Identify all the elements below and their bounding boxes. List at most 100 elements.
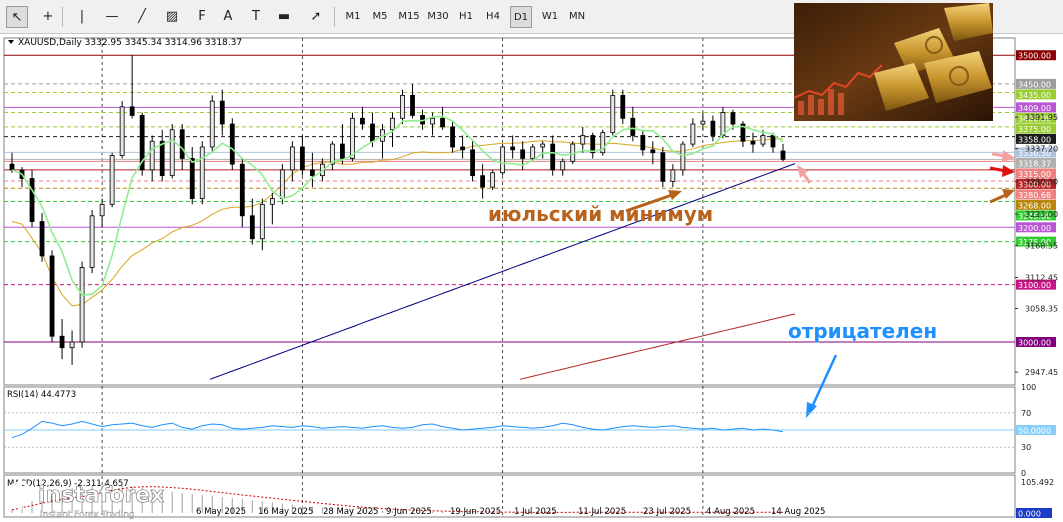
candle[interactable] bbox=[670, 164, 676, 188]
candle[interactable] bbox=[440, 106, 445, 130]
candle[interactable] bbox=[650, 141, 656, 165]
candle[interactable] bbox=[39, 212, 45, 262]
channel-icon[interactable]: ▨ bbox=[160, 6, 184, 28]
candle[interactable] bbox=[119, 101, 125, 159]
candle-body bbox=[109, 155, 115, 205]
candle[interactable] bbox=[309, 152, 315, 188]
toolbar-separator bbox=[62, 7, 63, 27]
timeframe-w1[interactable]: W1 bbox=[538, 6, 562, 28]
candle[interactable] bbox=[460, 135, 465, 159]
candle[interactable] bbox=[660, 146, 666, 188]
candle[interactable] bbox=[89, 210, 95, 274]
timeframe-h4[interactable]: H4 bbox=[482, 6, 504, 28]
candle[interactable] bbox=[750, 132, 756, 153]
candle[interactable] bbox=[590, 132, 596, 159]
candle[interactable] bbox=[400, 89, 405, 125]
candle[interactable] bbox=[189, 146, 195, 205]
candle[interactable] bbox=[269, 192, 275, 225]
candle[interactable] bbox=[59, 319, 65, 360]
candle[interactable] bbox=[500, 144, 506, 176]
candle[interactable] bbox=[380, 124, 385, 159]
cursor-icon[interactable]: ↖ bbox=[6, 6, 28, 28]
candle[interactable] bbox=[49, 250, 55, 342]
candle[interactable] bbox=[610, 89, 616, 136]
candle[interactable] bbox=[780, 143, 786, 162]
vertical-line-icon[interactable]: | bbox=[70, 6, 94, 28]
candle[interactable] bbox=[490, 169, 496, 190]
candle-body bbox=[410, 94, 415, 116]
toolbar-separator bbox=[334, 7, 335, 27]
timeframe-m15[interactable]: M15 bbox=[396, 6, 422, 28]
candle-body bbox=[209, 100, 215, 148]
candle[interactable] bbox=[430, 112, 435, 136]
candle[interactable] bbox=[79, 261, 85, 348]
candle[interactable] bbox=[259, 198, 265, 251]
timeframe-h1[interactable]: H1 bbox=[455, 6, 477, 28]
text-icon[interactable]: A bbox=[216, 6, 240, 28]
date-axis-label: 9 Jun 2025 bbox=[386, 507, 432, 517]
candle[interactable] bbox=[99, 198, 105, 228]
candle[interactable] bbox=[239, 158, 245, 228]
timeframe-d1[interactable]: D1 bbox=[510, 6, 532, 28]
instaforex-logo: instaforex Instant Forex Trading bbox=[6, 478, 165, 520]
candle[interactable] bbox=[159, 129, 165, 182]
candle[interactable] bbox=[139, 112, 145, 176]
candle[interactable] bbox=[410, 83, 415, 119]
candle-body bbox=[269, 198, 275, 205]
candle[interactable] bbox=[540, 141, 546, 159]
candle[interactable] bbox=[560, 158, 566, 176]
candle[interactable] bbox=[600, 129, 606, 156]
candle[interactable] bbox=[740, 121, 746, 147]
candle[interactable] bbox=[29, 169, 35, 228]
fibonacci-icon[interactable]: F bbox=[190, 6, 214, 28]
candle[interactable] bbox=[199, 141, 205, 205]
timeframe-m30[interactable]: M30 bbox=[425, 6, 451, 28]
level-price-label: 3318.37 bbox=[1018, 159, 1051, 168]
collapse-triangle-icon[interactable] bbox=[8, 40, 14, 44]
date-axis-label: 6 May 2025 bbox=[196, 507, 246, 517]
candle[interactable] bbox=[219, 89, 225, 136]
candle-body bbox=[630, 117, 636, 136]
timeframe-m1[interactable]: M1 bbox=[342, 6, 364, 28]
candle-body bbox=[490, 172, 496, 188]
timeframe-mn[interactable]: MN bbox=[565, 6, 589, 28]
candle[interactable] bbox=[580, 126, 586, 153]
candle[interactable] bbox=[330, 141, 335, 170]
candle[interactable] bbox=[630, 106, 636, 142]
rsi-axis-label: 0 bbox=[1021, 469, 1026, 478]
candle-body bbox=[309, 169, 315, 177]
level-price-label: 3280.68 bbox=[1018, 191, 1051, 200]
candle-body bbox=[770, 135, 776, 148]
price-arrow-pink bbox=[801, 172, 812, 184]
candle[interactable] bbox=[109, 152, 115, 208]
candle-body bbox=[89, 215, 95, 268]
candle-body bbox=[510, 146, 516, 151]
candle[interactable] bbox=[360, 106, 365, 130]
candle[interactable] bbox=[229, 118, 235, 170]
candle[interactable] bbox=[169, 124, 175, 179]
trendline-icon[interactable]: ╱ bbox=[130, 6, 154, 28]
candle[interactable] bbox=[690, 118, 696, 147]
candle[interactable] bbox=[640, 129, 646, 156]
candle[interactable] bbox=[69, 330, 75, 365]
crosshair-icon[interactable]: + bbox=[36, 6, 60, 28]
level-price-label: 3500.00 bbox=[1018, 52, 1051, 61]
candle[interactable] bbox=[710, 115, 716, 142]
candle-body bbox=[720, 112, 726, 136]
candle[interactable] bbox=[340, 124, 345, 165]
horizontal-line-icon[interactable]: — bbox=[100, 6, 124, 28]
timeframe-m5[interactable]: M5 bbox=[368, 6, 392, 28]
candle[interactable] bbox=[620, 89, 626, 125]
candle[interactable] bbox=[470, 141, 475, 182]
arrow-icon[interactable]: ➚ bbox=[304, 6, 328, 28]
candle[interactable] bbox=[129, 55, 135, 119]
shapes-icon[interactable]: ▬ bbox=[272, 6, 296, 28]
candle[interactable] bbox=[209, 95, 215, 153]
candle[interactable] bbox=[680, 141, 686, 176]
candle[interactable] bbox=[149, 135, 155, 182]
label-icon[interactable]: T bbox=[244, 6, 268, 28]
candle[interactable] bbox=[450, 121, 455, 153]
candle[interactable] bbox=[480, 164, 486, 199]
candle[interactable] bbox=[299, 135, 305, 176]
candle[interactable] bbox=[510, 135, 516, 159]
